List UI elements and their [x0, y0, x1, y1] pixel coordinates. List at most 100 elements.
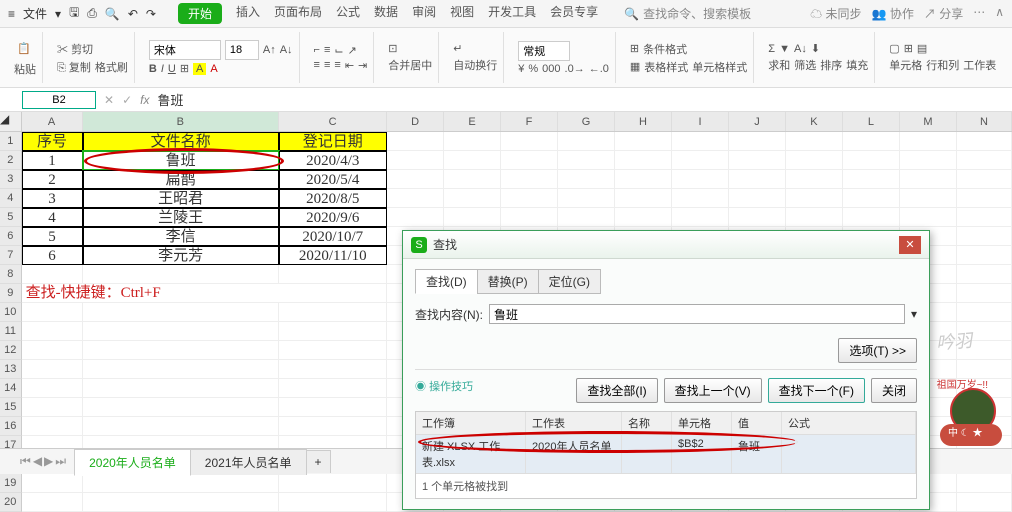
cell-K1[interactable] [786, 132, 843, 151]
table-style-label[interactable]: 表格样式 [644, 59, 688, 75]
cell-M4[interactable] [900, 189, 957, 208]
percent-icon[interactable]: % [528, 63, 538, 75]
cell-G3[interactable] [558, 170, 615, 189]
cell-K2[interactable] [786, 151, 843, 170]
redo-icon[interactable]: ↷ [146, 7, 156, 21]
col-head-J[interactable]: J [729, 112, 786, 131]
cell-I5[interactable] [672, 208, 729, 227]
cell-B10[interactable] [83, 303, 279, 322]
cell-A12[interactable] [22, 341, 83, 360]
find-input[interactable] [489, 304, 905, 324]
cell-C5[interactable]: 2020/9/6 [279, 208, 387, 227]
row-head[interactable]: 13 [0, 360, 22, 379]
cell-C20[interactable] [279, 493, 387, 512]
col-head-C[interactable]: C [279, 112, 387, 131]
cell-A9[interactable]: 查找-快捷键：Ctrl+F [22, 284, 387, 303]
ws-icon[interactable]: ▤ [917, 42, 927, 55]
close-button[interactable]: 关闭 [871, 378, 917, 403]
cell-E2[interactable] [444, 151, 501, 170]
row-head[interactable]: 19 [0, 474, 22, 493]
cell-E1[interactable] [444, 132, 501, 151]
col-head-B[interactable]: B [83, 112, 279, 131]
find-prev-button[interactable]: 查找上一个(V) [664, 378, 762, 403]
cell-A16[interactable] [22, 417, 83, 436]
cell-A15[interactable] [22, 398, 83, 417]
collab-button[interactable]: 👥 协作 [872, 5, 914, 22]
cell-B11[interactable] [83, 322, 279, 341]
cell-B13[interactable] [83, 360, 279, 379]
cell-J2[interactable] [729, 151, 786, 170]
cell-G5[interactable] [558, 208, 615, 227]
wrap-label[interactable]: 自动换行 [453, 57, 497, 73]
sum-icon[interactable]: Σ [768, 43, 775, 55]
cell-C3[interactable]: 2020/5/4 [279, 170, 387, 189]
cell-F3[interactable] [501, 170, 558, 189]
col-name[interactable]: 名称 [622, 412, 672, 434]
format-painter-button[interactable]: 格式刷 [95, 59, 128, 75]
preview-icon[interactable]: 🔍 [105, 7, 120, 21]
col-head-I[interactable]: I [672, 112, 729, 131]
cell-D1[interactable] [387, 132, 444, 151]
name-box[interactable] [22, 91, 96, 109]
cell-A13[interactable] [22, 360, 83, 379]
cell-C4[interactable]: 2020/8/5 [279, 189, 387, 208]
cell-A19[interactable] [22, 474, 83, 493]
cell-N6[interactable] [957, 227, 1012, 246]
row-head[interactable]: 3 [0, 170, 22, 189]
tab-next-icon[interactable]: ▶ [44, 454, 53, 469]
cell-C7[interactable]: 2020/11/10 [279, 246, 387, 265]
cell-N3[interactable] [957, 170, 1012, 189]
sync-status[interactable]: ☁ 未同步 [810, 5, 861, 22]
dialog-titlebar[interactable]: S 查找 ✕ [403, 231, 929, 259]
cell-F4[interactable] [501, 189, 558, 208]
cell-J3[interactable] [729, 170, 786, 189]
row-head[interactable]: 2 [0, 151, 22, 170]
cell-L1[interactable] [843, 132, 900, 151]
cell-style-label[interactable]: 单元格样式 [692, 59, 747, 75]
cell-C2[interactable]: 2020/4/3 [279, 151, 387, 170]
sort-label[interactable]: 排序 [820, 57, 842, 73]
row-head[interactable]: 6 [0, 227, 22, 246]
copy-button[interactable]: ⎘ 复制 [57, 59, 91, 75]
cell-K5[interactable] [786, 208, 843, 227]
cell-N1[interactable] [957, 132, 1012, 151]
cell-C6[interactable]: 2020/10/7 [279, 227, 387, 246]
dropdown-icon[interactable]: ▾ [55, 7, 61, 21]
align-mid-icon[interactable]: ≡ [324, 44, 330, 56]
col-head-H[interactable]: H [615, 112, 672, 131]
cell-L5[interactable] [843, 208, 900, 227]
dec-inc-icon[interactable]: .0→ [565, 63, 585, 75]
cell-E3[interactable] [444, 170, 501, 189]
col-head-D[interactable]: D [387, 112, 444, 131]
col-head-N[interactable]: N [957, 112, 1012, 131]
row-head[interactable]: 12 [0, 341, 22, 360]
cell-F1[interactable] [501, 132, 558, 151]
tab-review[interactable]: 审阅 [412, 3, 436, 24]
cell-I3[interactable] [672, 170, 729, 189]
cell-A10[interactable] [22, 303, 83, 322]
cell-B4[interactable]: 王昭君 [83, 189, 279, 208]
cell-H2[interactable] [615, 151, 672, 170]
cell-N9[interactable] [957, 284, 1012, 303]
cell-B8[interactable] [83, 265, 279, 284]
cell-A4[interactable]: 3 [22, 189, 83, 208]
cell-C14[interactable] [279, 379, 387, 398]
cell-A2[interactable]: 1 [22, 151, 83, 170]
cell-N4[interactable] [957, 189, 1012, 208]
tab-start[interactable]: 开始 [178, 3, 222, 24]
shrink-font-icon[interactable]: A↓ [280, 44, 293, 56]
cell-J5[interactable] [729, 208, 786, 227]
tab-find[interactable]: 查找(D) [415, 269, 478, 294]
file-menu[interactable]: 文件 [23, 5, 47, 22]
col-formula[interactable]: 公式 [782, 412, 916, 434]
col-head-F[interactable]: F [501, 112, 558, 131]
comma-icon[interactable]: 000 [542, 63, 560, 75]
cell-C11[interactable] [279, 322, 387, 341]
cell-G2[interactable] [558, 151, 615, 170]
cell-E5[interactable] [444, 208, 501, 227]
col-head-G[interactable]: G [558, 112, 615, 131]
col-workbook[interactable]: 工作簿 [416, 412, 526, 434]
cell-I2[interactable] [672, 151, 729, 170]
tab-insert[interactable]: 插入 [236, 3, 260, 24]
status-pill[interactable]: 中 ☾ ★ [940, 424, 1002, 446]
